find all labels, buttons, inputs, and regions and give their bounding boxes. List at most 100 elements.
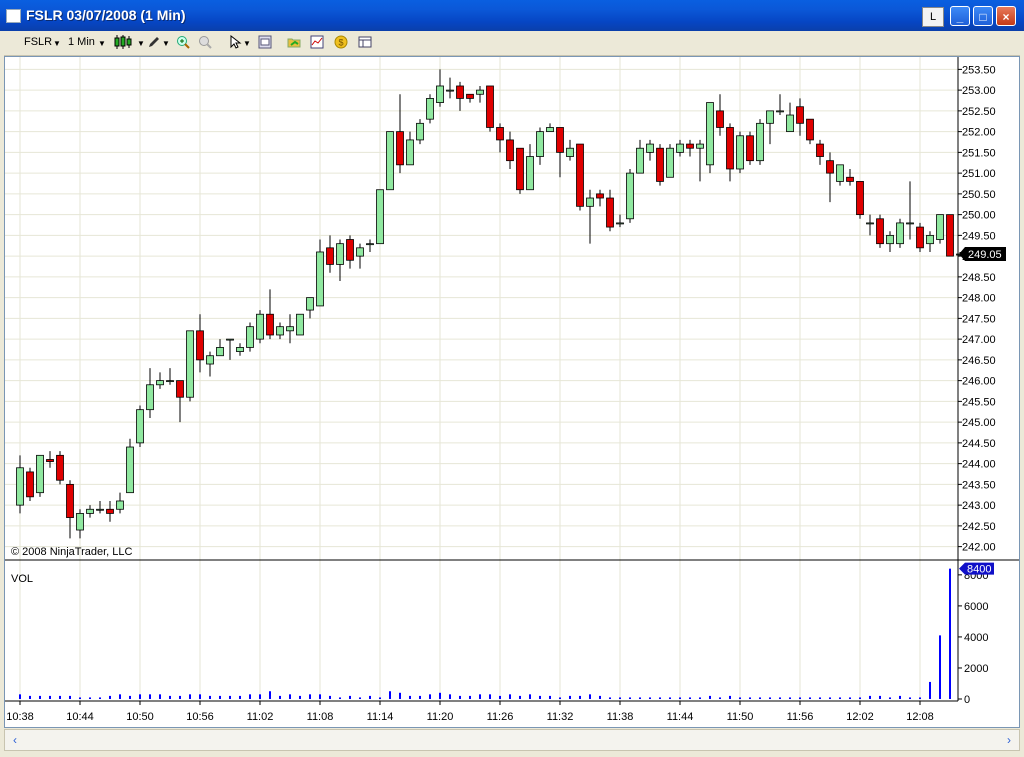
down-candle (556, 127, 564, 153)
up-candle (146, 384, 154, 411)
volume-bar (579, 695, 581, 699)
maximize-button[interactable]: □ (973, 6, 993, 26)
candlestick-icon[interactable] (114, 35, 136, 49)
volume-bar (569, 695, 571, 699)
horizontal-scrollbar[interactable]: ‹ › (4, 729, 1020, 751)
volume-bar (129, 695, 131, 699)
price-tick-label: 245.00 (962, 417, 996, 429)
volume-bar (89, 697, 91, 699)
volume-bar (199, 694, 201, 699)
indicator-icon[interactable] (310, 35, 324, 49)
down-candle (916, 226, 924, 249)
link-button[interactable]: L (922, 7, 944, 27)
open-folder-icon[interactable] (287, 35, 301, 49)
volume-tick-label: 0 (964, 694, 970, 706)
chevron-down-icon[interactable]: ▼ (53, 39, 61, 48)
up-candle (156, 380, 164, 386)
volume-bar (359, 697, 361, 699)
price-tick-label: 248.00 (962, 293, 996, 305)
up-candle (366, 243, 374, 246)
close-button[interactable]: × (996, 6, 1016, 26)
volume-bar (609, 697, 611, 699)
volume-bar (389, 691, 391, 699)
volume-bar (769, 697, 771, 699)
zoom-in-icon[interactable] (176, 35, 190, 49)
up-candle (416, 122, 424, 141)
volume-bar (69, 695, 71, 699)
chevron-down-icon[interactable]: ▼ (162, 39, 170, 48)
scroll-right-button[interactable]: › (1001, 732, 1017, 748)
down-candle (816, 143, 824, 157)
volume-bar (119, 694, 121, 699)
chart-panel[interactable]: 253.50 253.00 252.50 252.00 251.50 251.00 250.… (4, 56, 1020, 728)
price-axis[interactable]: 253.50 253.00 252.50 252.00 251.50 251.00 250.… (958, 64, 996, 554)
interval-selector[interactable]: 1 Min (68, 36, 95, 48)
up-candle (646, 143, 654, 153)
last-price-marker: 249.05 (959, 247, 1006, 262)
down-candle (56, 454, 64, 481)
volume-tick-label: 2000 (964, 663, 988, 675)
up-candle (636, 147, 644, 174)
volume-axis[interactable]: 80006000400020000 (958, 570, 988, 706)
up-candle (126, 446, 134, 494)
up-candle (426, 98, 434, 120)
properties-icon[interactable] (258, 35, 272, 49)
down-candle (826, 160, 834, 174)
chart-toolbar: FSLR ▼ 1 Min ▼ ▼ ▼ ▼ $ (4, 31, 1020, 56)
volume-bar (249, 694, 251, 699)
volume-bar (379, 697, 381, 699)
price-tick-label: 242.00 (962, 542, 996, 554)
chevron-down-icon[interactable]: ▼ (137, 39, 145, 48)
up-candle (406, 139, 414, 166)
price-tick-label: 246.50 (962, 355, 996, 367)
down-candle (466, 93, 474, 99)
data-box-icon[interactable] (358, 35, 372, 49)
volume-bar (739, 697, 741, 699)
down-candle (46, 459, 54, 462)
time-axis[interactable]: 10:38 10:44 10:50 10:56 11:02 11:08 11:14 11:20… (6, 701, 934, 723)
title-bar[interactable]: FSLR 03/07/2008 (1 Min) L _ □ × (0, 0, 1024, 31)
cursor-icon[interactable] (228, 35, 242, 49)
chevron-down-icon[interactable]: ▼ (243, 39, 251, 48)
window-title: FSLR 03/07/2008 (1 Min) (26, 7, 186, 23)
up-candle (436, 85, 444, 103)
instrument-selector[interactable]: FSLR (24, 36, 52, 48)
time-tick-label: 11:50 (727, 711, 754, 723)
scroll-left-button[interactable]: ‹ (7, 732, 23, 748)
volume-bar (749, 697, 751, 699)
volume-bar (939, 635, 941, 699)
volume-bar (309, 694, 311, 699)
chart-app-icon (6, 9, 21, 23)
zoom-out-icon[interactable] (198, 35, 212, 49)
up-candle (586, 197, 594, 207)
strategy-icon[interactable]: $ (334, 35, 348, 49)
minimize-button[interactable]: _ (950, 6, 970, 26)
up-candle (256, 313, 264, 340)
price-tick-label: 252.50 (962, 106, 996, 118)
down-candle (806, 118, 814, 141)
volume-bar (889, 697, 891, 699)
price-tick-label: 253.50 (962, 64, 996, 76)
up-candle (446, 89, 454, 92)
up-candle (116, 500, 124, 510)
down-candle (326, 247, 334, 265)
volume-bar (709, 695, 711, 699)
up-candle (616, 222, 624, 225)
volume-bar (459, 695, 461, 699)
down-candle (66, 483, 74, 518)
down-candle (596, 193, 604, 199)
down-candle (456, 85, 464, 99)
down-candle (506, 139, 514, 162)
up-candle (886, 234, 894, 245)
volume-bar (109, 695, 111, 699)
chevron-down-icon[interactable]: ▼ (98, 39, 106, 48)
price-chart[interactable]: 253.50 253.00 252.50 252.00 251.50 251.00 250.… (5, 57, 1019, 727)
pencil-icon[interactable] (147, 35, 161, 49)
time-tick-label: 11:20 (427, 711, 454, 723)
up-candle (206, 355, 214, 365)
volume-bar (669, 697, 671, 699)
volume-bar (919, 697, 921, 699)
down-candle (496, 127, 504, 141)
last-volume-label: 8400 (967, 564, 991, 576)
up-candle (696, 143, 704, 149)
